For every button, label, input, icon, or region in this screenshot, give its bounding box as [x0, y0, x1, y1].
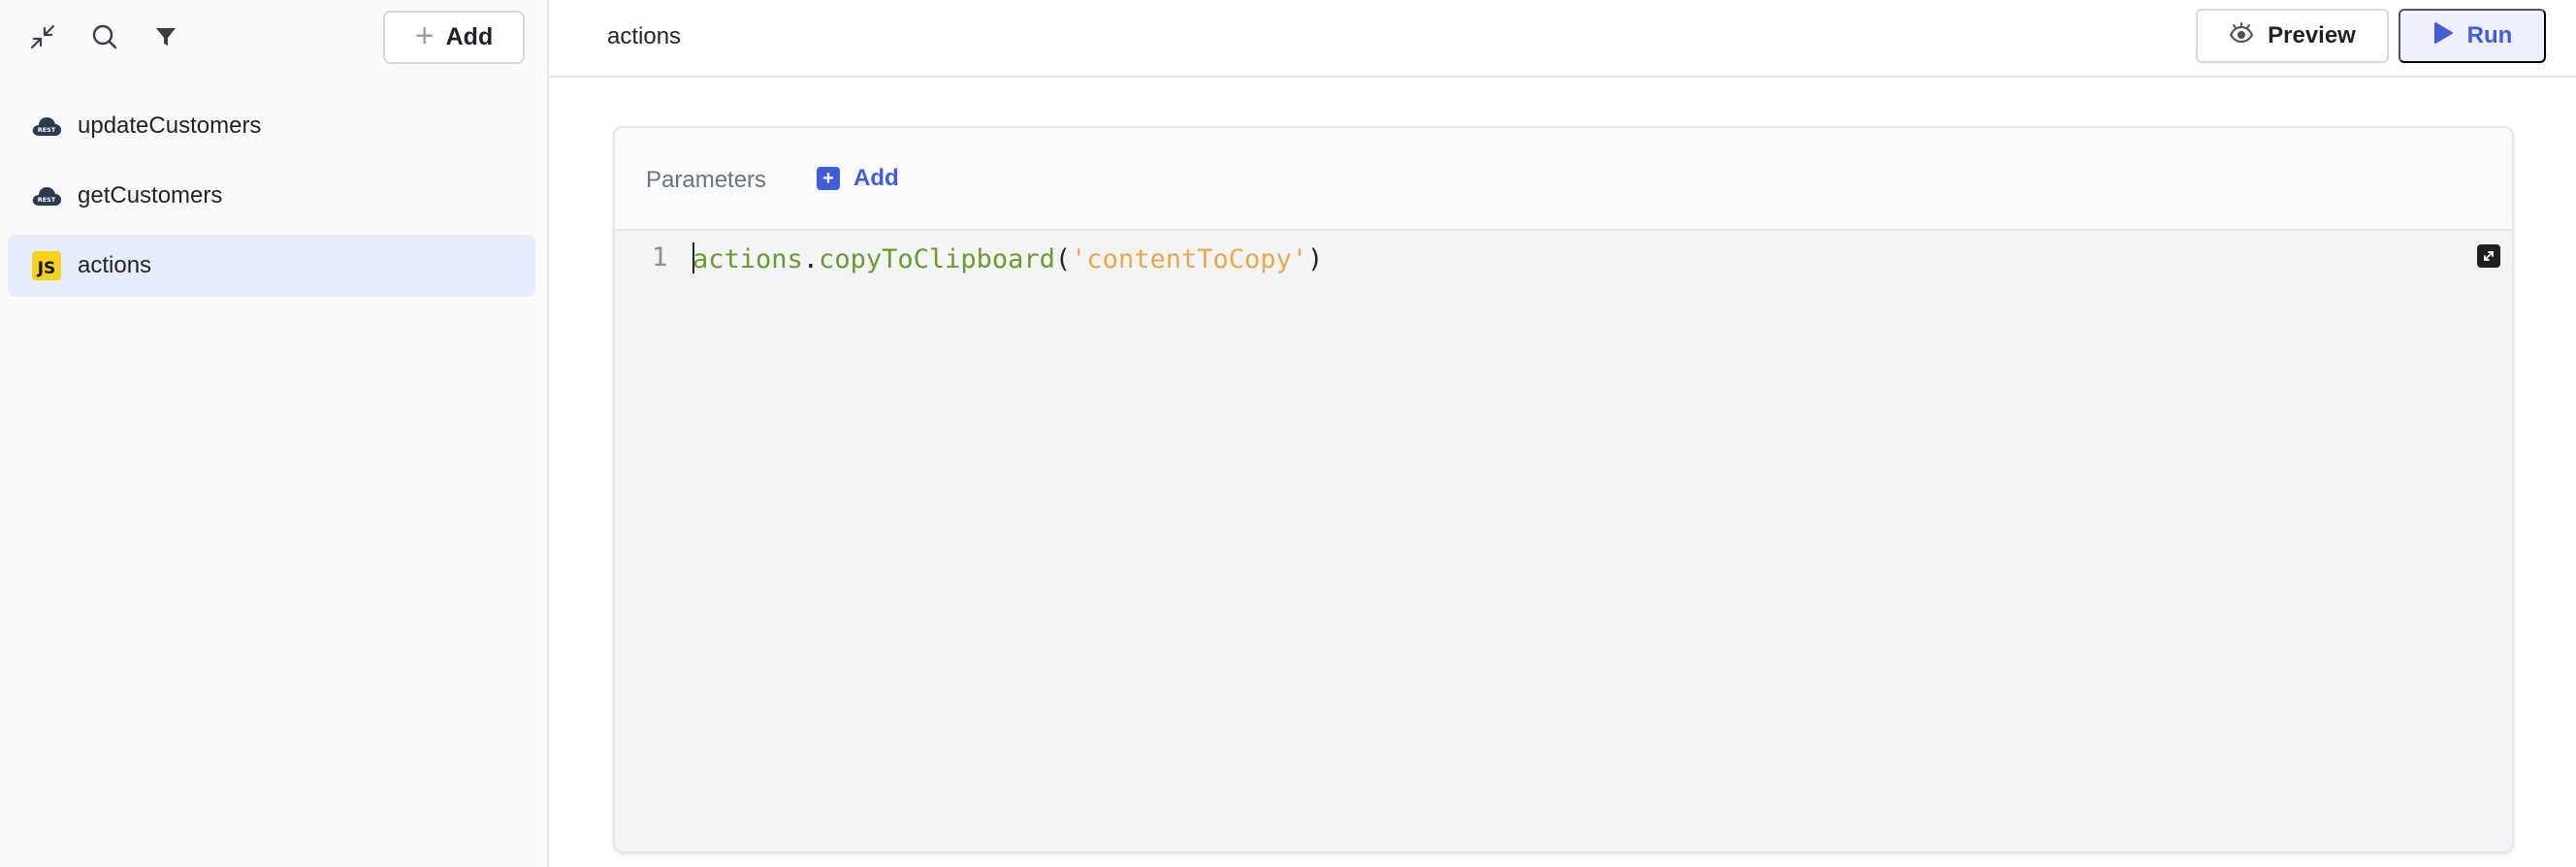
- add-query-label: Add: [445, 23, 494, 50]
- query-list: REST updateCustomers REST getCustomers J…: [8, 95, 535, 305]
- code-line[interactable]: actions.copyToClipboard('contentToCopy'): [692, 242, 1323, 274]
- query-editor-panel: Parameters + Add 1 actions.copyToClipboa…: [613, 126, 2514, 853]
- preview-button[interactable]: Preview: [2196, 9, 2389, 63]
- plus-icon: +: [414, 17, 435, 54]
- query-item-label: getCustomers: [78, 182, 223, 209]
- query-header: actions Preview Run: [549, 0, 2576, 78]
- query-item-update-customers[interactable]: REST updateCustomers: [8, 95, 535, 157]
- svg-text:REST: REST: [38, 126, 56, 134]
- preview-label: Preview: [2268, 22, 2356, 48]
- rest-api-icon: REST: [31, 111, 62, 142]
- code-method: copyToClipboard: [819, 244, 1055, 274]
- query-item-label: updateCustomers: [78, 112, 262, 139]
- line-number: 1: [652, 242, 668, 273]
- expand-icon[interactable]: [2477, 244, 2500, 268]
- collapse-icon[interactable]: [25, 19, 60, 54]
- run-button[interactable]: Run: [2399, 9, 2546, 63]
- sidebar: + Add REST updateCustomers REST getCusto…: [0, 0, 549, 867]
- code-object: actions: [692, 244, 803, 274]
- query-title: actions: [607, 23, 682, 49]
- play-icon: [2432, 21, 2454, 51]
- plus-icon: +: [817, 167, 840, 190]
- code-editor[interactable]: 1 actions.copyToClipboard('contentToCopy…: [615, 231, 2512, 851]
- parameters-label: Parameters: [646, 167, 767, 193]
- filter-icon[interactable]: [148, 19, 183, 54]
- run-label: Run: [2466, 22, 2513, 48]
- search-icon[interactable]: [87, 19, 122, 54]
- eye-icon: [2229, 21, 2254, 50]
- js-icon: JS: [31, 250, 62, 281]
- parameters-bar: Parameters + Add: [615, 128, 2512, 231]
- code-argument: 'contentToCopy': [1071, 244, 1308, 274]
- code-dot: .: [802, 244, 820, 274]
- add-query-button[interactable]: + Add: [383, 11, 525, 64]
- add-parameter-button[interactable]: + Add: [817, 165, 899, 192]
- code-close-paren: ): [1307, 244, 1324, 274]
- query-item-actions[interactable]: JS actions: [8, 235, 535, 297]
- add-parameter-label: Add: [853, 165, 899, 191]
- sidebar-toolbar: + Add: [0, 0, 547, 76]
- query-item-get-customers[interactable]: REST getCustomers: [8, 165, 535, 227]
- rest-api-icon: REST: [31, 180, 62, 211]
- query-item-label: actions: [78, 252, 152, 278]
- svg-text:REST: REST: [38, 196, 56, 204]
- code-open-paren: (: [1054, 244, 1072, 274]
